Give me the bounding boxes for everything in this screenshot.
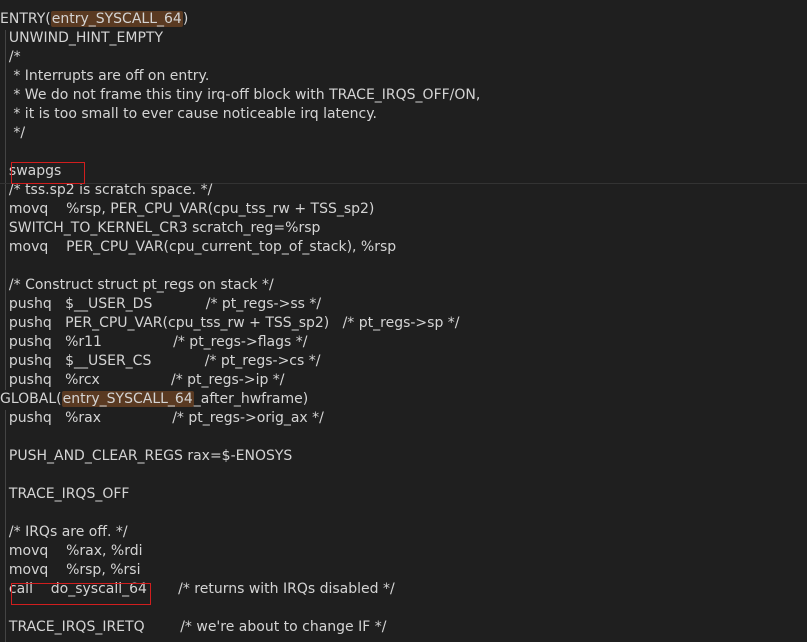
symbol-highlight: entry_SYSCALL_64 xyxy=(61,391,194,407)
code-line[interactable]: TRACE_IRQS_IRETQ /* we're about to chang… xyxy=(0,618,807,637)
code-line[interactable] xyxy=(0,504,807,523)
code-line[interactable]: movq %rsp, %rsi xyxy=(0,561,807,580)
code-line[interactable]: pushq %rax /* pt_regs->orig_ax */ xyxy=(0,409,807,428)
code-line[interactable]: swapgs xyxy=(0,162,807,181)
annotation-box-swapgs xyxy=(11,162,85,184)
code-line[interactable]: movq %rsp, PER_CPU_VAR(cpu_tss_rw + TSS_… xyxy=(0,200,807,219)
code-line[interactable]: movq PER_CPU_VAR(cpu_current_top_of_stac… xyxy=(0,238,807,257)
code-line[interactable]: PUSH_AND_CLEAR_REGS rax=$-ENOSYS xyxy=(0,447,807,466)
code-line[interactable] xyxy=(0,10,807,29)
code-line[interactable]: pushq $__USER_DS /* pt_regs->ss */ xyxy=(0,295,807,314)
code-line[interactable] xyxy=(0,143,807,162)
code-line[interactable]: pushq PER_CPU_VAR(cpu_tss_rw + TSS_sp2) … xyxy=(0,314,807,333)
code-line[interactable]: */ xyxy=(0,124,807,143)
code-line[interactable]: /* IRQs are off. */ xyxy=(0,523,807,542)
code-line[interactable]: TRACE_IRQS_OFF xyxy=(0,485,807,504)
code-line[interactable]: pushq %rcx /* pt_regs->ip */ xyxy=(0,371,807,390)
code-line[interactable] xyxy=(0,257,807,276)
code-line[interactable]: movq %rax, %rdi xyxy=(0,542,807,561)
code-line[interactable]: /* xyxy=(0,48,807,67)
code-line[interactable]: pushq %r11 /* pt_regs->flags */ xyxy=(0,333,807,352)
code-line[interactable] xyxy=(0,466,807,485)
code-line[interactable]: * it is too small to ever cause noticeab… xyxy=(0,105,807,124)
code-line[interactable]: * We do not frame this tiny irq-off bloc… xyxy=(0,86,807,105)
code-line[interactable] xyxy=(0,428,807,447)
code-line[interactable]: SWITCH_TO_KERNEL_CR3 scratch_reg=%rsp xyxy=(0,219,807,238)
annotation-box-call xyxy=(11,583,151,605)
code-line[interactable]: * Interrupts are off on entry. xyxy=(0,67,807,86)
code-line[interactable]: UNWIND_HINT_EMPTY xyxy=(0,29,807,48)
code-line-global[interactable]: GLOBAL(entry_SYSCALL_64_after_hwframe) xyxy=(0,390,807,409)
code-line[interactable]: pushq $__USER_CS /* pt_regs->cs */ xyxy=(0,352,807,371)
code-line[interactable]: /* tss.sp2 is scratch space. */ xyxy=(0,181,807,200)
code-editor[interactable]: ENTRY(entry_SYSCALL_64) UNWIND_HINT_EMPT… xyxy=(0,0,807,642)
code-line[interactable]: /* Construct struct pt_regs on stack */ xyxy=(0,276,807,295)
